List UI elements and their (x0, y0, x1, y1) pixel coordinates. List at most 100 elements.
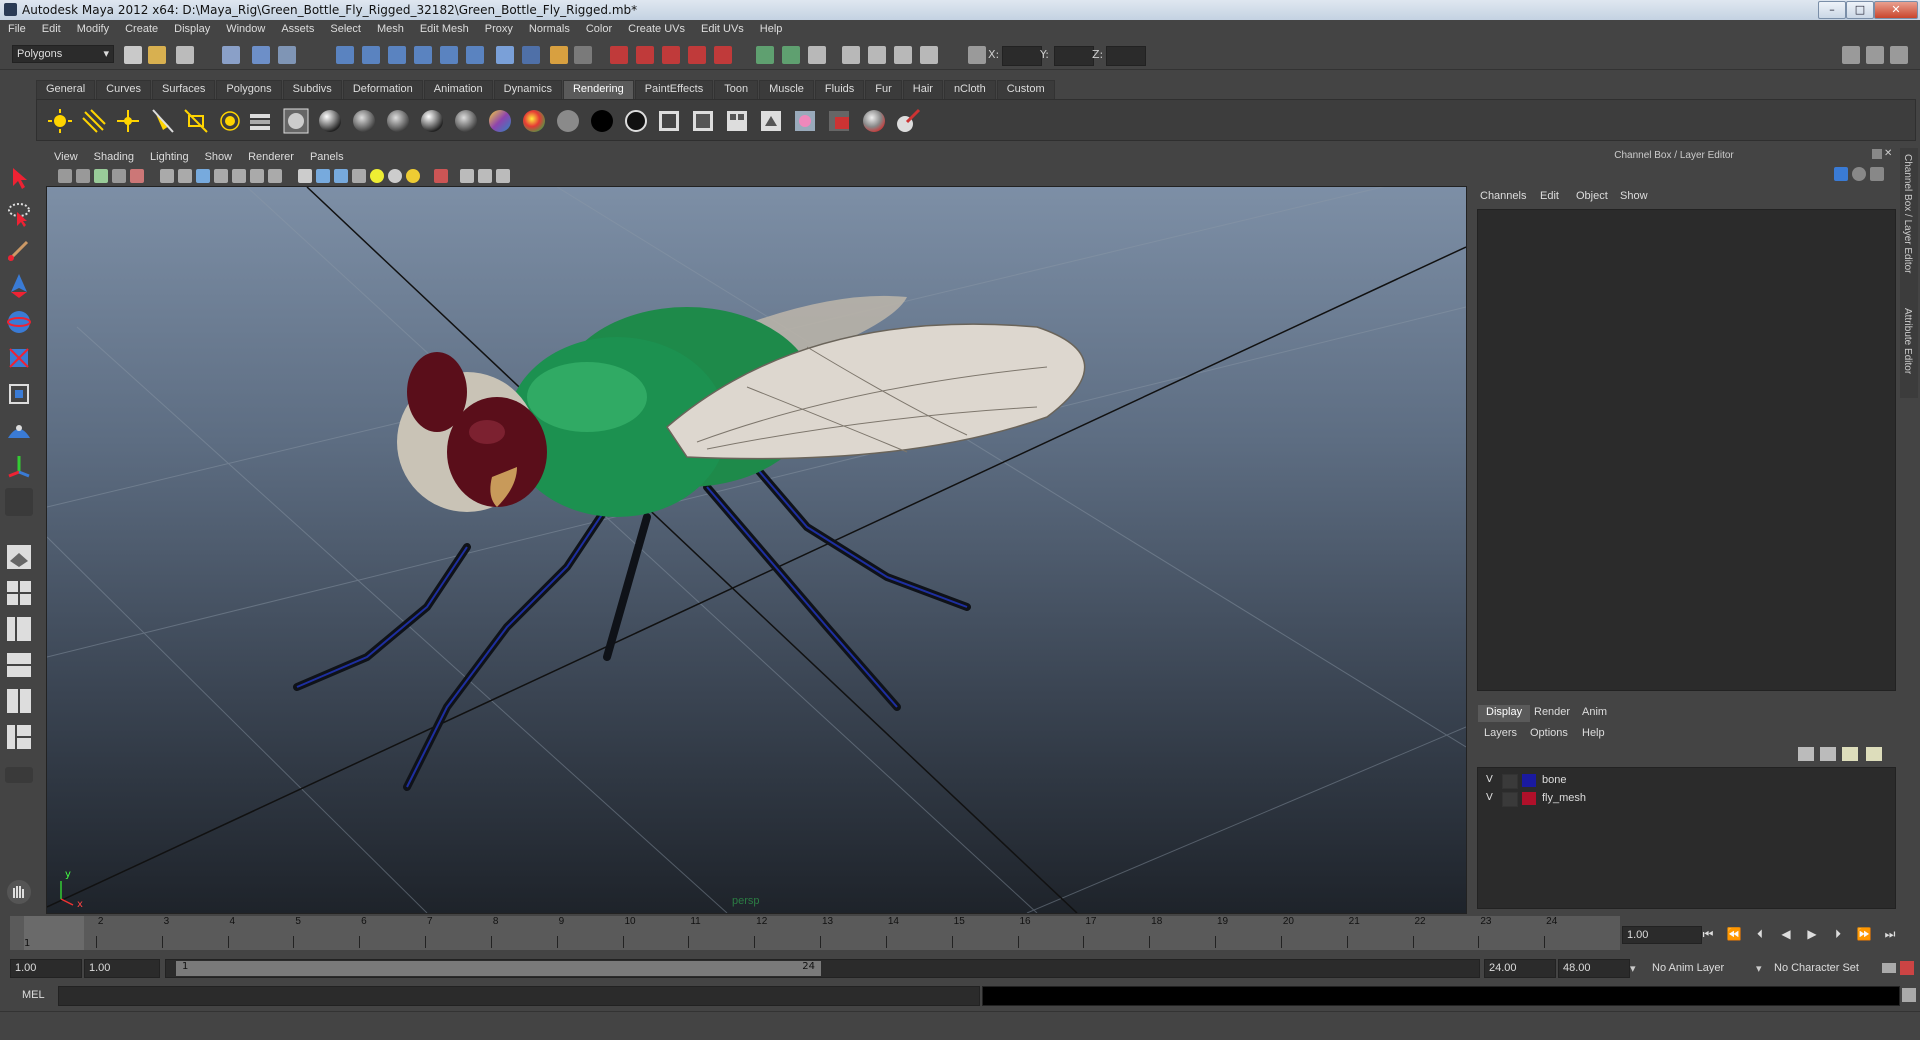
viewport-menu-panels[interactable]: Panels (302, 149, 352, 165)
menu-edit-mesh[interactable]: Edit Mesh (412, 20, 477, 35)
render-frame-icon[interactable] (657, 108, 683, 134)
shelf-tab-toon[interactable]: Toon (714, 80, 759, 100)
shelf-tab-custom[interactable]: Custom (996, 80, 1055, 100)
mental-ray-icon[interactable] (861, 108, 887, 134)
safe-action-icon[interactable] (250, 169, 264, 183)
batch-render-icon[interactable] (725, 108, 751, 134)
snap-grid-icon[interactable] (336, 46, 354, 64)
menu-window[interactable]: Window (218, 20, 273, 35)
wireframe-on-shaded-icon[interactable] (334, 169, 348, 183)
select-camera-icon[interactable] (58, 169, 72, 183)
resolution-gate-icon[interactable] (196, 169, 210, 183)
ramp-shader-icon[interactable] (521, 108, 547, 134)
animation-end-field[interactable]: 48.00 (1558, 959, 1630, 978)
snap-curve-icon[interactable] (362, 46, 380, 64)
play-backwards-icon[interactable]: ◀ (1776, 926, 1796, 942)
ipr-render-frame-icon[interactable] (691, 108, 717, 134)
gate-mask-icon[interactable] (214, 169, 228, 183)
ipr-render-icon[interactable] (636, 46, 654, 64)
input-ops-icon[interactable] (756, 46, 774, 64)
snap-live-icon[interactable] (440, 46, 458, 64)
transform-mode-icon[interactable] (842, 46, 860, 64)
soft-modification-icon[interactable] (5, 416, 33, 444)
persp-graph-layout-icon[interactable] (5, 651, 33, 679)
menu-proxy[interactable]: Proxy (477, 20, 521, 35)
attribute-editor-icon[interactable] (1870, 167, 1884, 181)
current-time-field[interactable]: 1.00 (1622, 926, 1702, 944)
layered-shader-icon[interactable] (487, 108, 513, 134)
go-to-start-icon[interactable]: ⏮ (1698, 926, 1718, 942)
step-forward-frame-icon[interactable]: ⏵ (1828, 926, 1848, 942)
menu-mesh[interactable]: Mesh (369, 20, 412, 35)
area-light-icon[interactable] (183, 108, 209, 134)
perspective-viewport[interactable]: y x persp (46, 186, 1467, 914)
layer-color-swatch[interactable] (1522, 792, 1536, 805)
z-input[interactable] (1106, 46, 1146, 66)
shelf-tab-ncloth[interactable]: nCloth (943, 80, 996, 100)
move-layer-up-icon[interactable] (1798, 747, 1814, 761)
xray-components-icon[interactable] (496, 169, 510, 183)
step-back-key-icon[interactable]: ⏪ (1724, 926, 1744, 942)
new-layer-selected-icon[interactable] (1866, 747, 1882, 761)
anim-layer-selector[interactable]: No Anim Layer (1652, 962, 1724, 974)
scale-tool-icon[interactable] (5, 344, 33, 372)
phong-material-icon[interactable] (385, 108, 411, 134)
hand-tool-icon[interactable] (5, 878, 33, 906)
options-menu[interactable]: Options (1530, 727, 1568, 739)
shelf-tab-rendering[interactable]: Rendering (562, 80, 634, 100)
mode-selector[interactable]: Polygons ▾ (12, 45, 114, 63)
film-gate-icon[interactable] (178, 169, 192, 183)
range-slider[interactable]: 1 24 (165, 959, 1480, 978)
hypershade-icon[interactable] (688, 46, 706, 64)
layer-row[interactable]: V bone (1478, 772, 1895, 790)
grease-pencil-icon[interactable] (130, 169, 144, 183)
menu-normals[interactable]: Normals (521, 20, 578, 35)
render-view-icon[interactable] (714, 46, 732, 64)
layout-options-toggle[interactable] (5, 767, 33, 783)
menu-assets[interactable]: Assets (273, 20, 322, 35)
shelf-tab-general[interactable]: General (36, 80, 96, 100)
sidebar-toggle-icon[interactable] (808, 46, 826, 64)
layer-color-swatch[interactable] (1522, 774, 1536, 787)
blinn-material-icon[interactable] (317, 108, 343, 134)
use-background-icon[interactable] (589, 108, 615, 134)
side-tab-attribute-editor[interactable]: Attribute Editor (1902, 308, 1913, 374)
light-linking-icon[interactable] (247, 108, 273, 134)
shelf-tab-polygons[interactable]: Polygons (216, 80, 282, 100)
show-menu[interactable]: Show (1620, 190, 1648, 202)
layer-display-type-toggle[interactable] (1502, 774, 1518, 789)
toggle-channel-box-icon[interactable] (1890, 46, 1908, 64)
volume-light-icon[interactable] (217, 108, 243, 134)
use-all-lights-icon[interactable] (370, 169, 384, 183)
side-tab-channel-box[interactable]: Channel Box / Layer Editor (1902, 154, 1913, 274)
playback-start-field[interactable]: 1.00 (84, 959, 160, 978)
render-current-icon[interactable] (610, 46, 628, 64)
camera-icon[interactable] (283, 108, 309, 134)
shelf-tab-fluids[interactable]: Fluids (814, 80, 865, 100)
render-settings-icon[interactable] (662, 46, 680, 64)
layer-tab-display[interactable]: Display (1478, 705, 1531, 722)
lock-icon[interactable] (550, 46, 568, 64)
shelf-tab-muscle[interactable]: Muscle (759, 80, 814, 100)
channels-menu[interactable]: Channels (1480, 190, 1526, 202)
menu-help[interactable]: Help (752, 20, 791, 35)
menu-create-uvs[interactable]: Create UVs (620, 20, 693, 35)
universal-manipulator-icon[interactable] (5, 380, 33, 408)
play-forwards-icon[interactable]: ▶ (1802, 926, 1822, 942)
select-hierarchy-icon[interactable] (222, 46, 240, 64)
image-plane-icon[interactable] (112, 169, 126, 183)
menu-file[interactable]: File (0, 20, 34, 35)
viewport-menu-show[interactable]: Show (197, 149, 241, 165)
layer-row[interactable]: V fly_mesh (1478, 790, 1895, 808)
grid-toggle-icon[interactable] (160, 169, 174, 183)
viewport-menu-lighting[interactable]: Lighting (142, 149, 197, 165)
script-editor-icon[interactable] (1902, 988, 1916, 1002)
close-button[interactable]: ✕ (1874, 1, 1918, 19)
layers-menu[interactable]: Layers (1484, 727, 1517, 739)
wireframe-icon[interactable] (298, 169, 312, 183)
step-back-frame-icon[interactable]: ⏴ (1750, 926, 1770, 942)
auto-key-icon[interactable] (1882, 963, 1896, 973)
playback-end-field[interactable]: 24.00 (1484, 959, 1556, 978)
textured-icon[interactable] (352, 169, 366, 183)
time-slider[interactable]: 123456789101112131415161718192021222324 … (10, 916, 1620, 950)
